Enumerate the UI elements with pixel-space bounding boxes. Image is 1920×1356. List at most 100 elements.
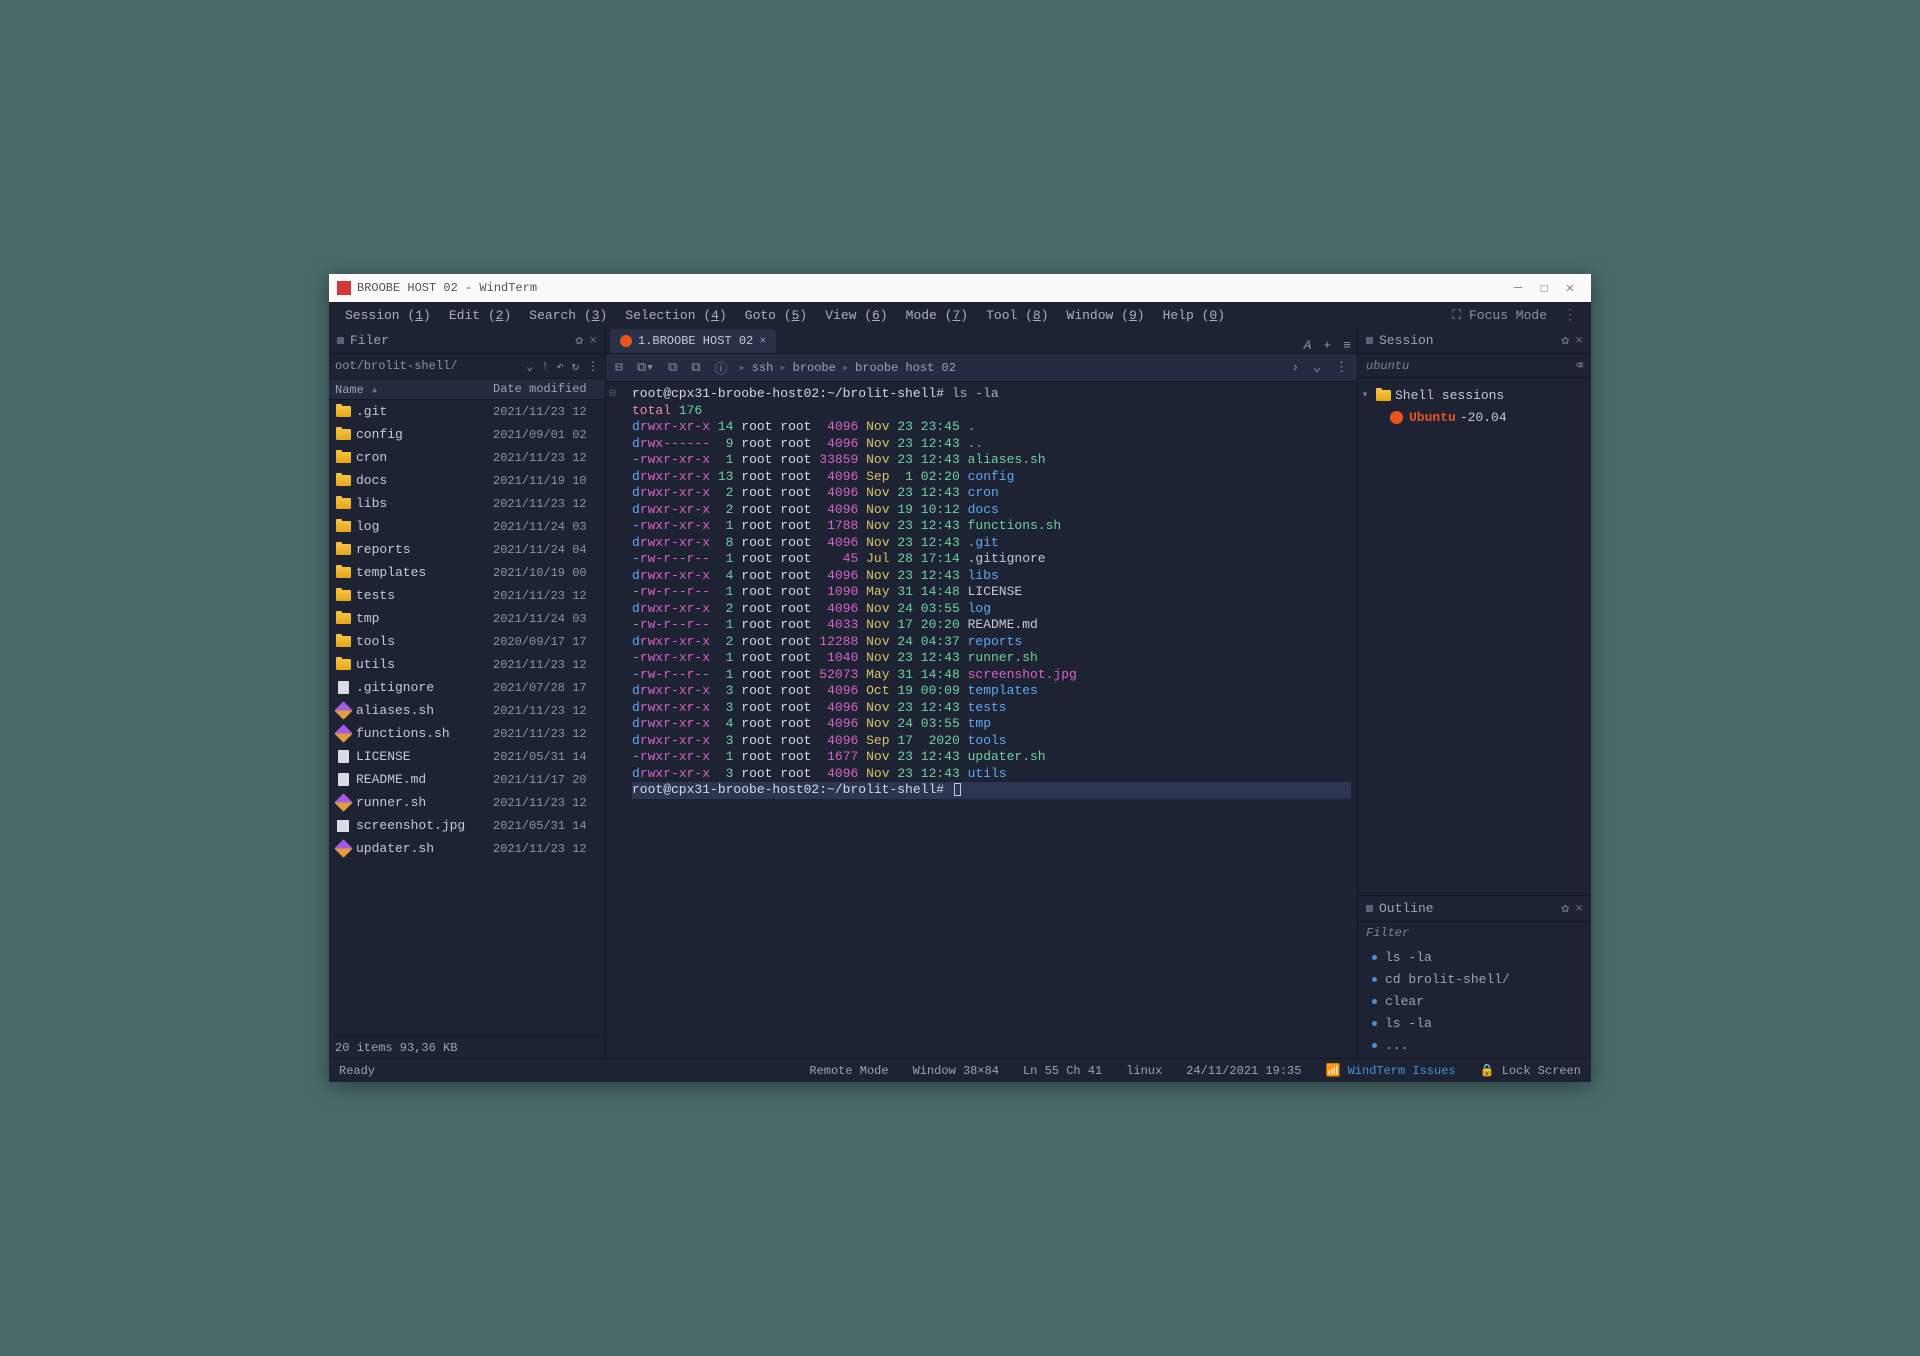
file-row[interactable]: screenshot.jpg2021/05/31 14: [329, 814, 605, 837]
info-icon[interactable]: ⓘ: [712, 358, 731, 377]
file-row[interactable]: utils2021/11/23 12: [329, 653, 605, 676]
outline-item[interactable]: ...: [1358, 1034, 1591, 1056]
menu-help[interactable]: Help (0): [1155, 306, 1233, 325]
menu-overflow-icon[interactable]: ⋮: [1557, 307, 1583, 324]
file-row[interactable]: reports2021/11/24 04: [329, 538, 605, 561]
outline-title: Outline: [1379, 901, 1434, 916]
chevron-right-icon[interactable]: ›: [1288, 360, 1302, 375]
minimize-button[interactable]: —: [1505, 280, 1531, 296]
img-icon: [335, 819, 351, 833]
file-row[interactable]: docs2021/11/19 10: [329, 469, 605, 492]
status-os: linux: [1126, 1064, 1162, 1078]
file-row[interactable]: tmp2021/11/24 03: [329, 607, 605, 630]
panel-close-icon[interactable]: ×: [1575, 901, 1583, 916]
status-issues[interactable]: 📶 WindTerm Issues: [1325, 1063, 1455, 1078]
font-indicator[interactable]: A: [1298, 338, 1318, 353]
folder-icon: [335, 635, 351, 649]
outline-item[interactable]: ls -la: [1358, 946, 1591, 968]
toolbar: ⊟ ⧉▾ ⧉ ⧉ ⓘ ▸ ssh ▸ broobe ▸ broobe host …: [606, 354, 1357, 382]
file-row[interactable]: LICENSE2021/05/31 14: [329, 745, 605, 768]
folder-icon: [335, 405, 351, 419]
menu-mode[interactable]: Mode (7): [898, 306, 976, 325]
chevron-down-icon[interactable]: ⌄: [1310, 360, 1324, 375]
outline-filter[interactable]: Filter: [1358, 922, 1591, 944]
session-filter[interactable]: ubuntu ⌫: [1358, 354, 1591, 378]
file-row[interactable]: tools2020/09/17 17: [329, 630, 605, 653]
outline-item[interactable]: ls -la: [1358, 1012, 1591, 1034]
gear-icon[interactable]: ✿: [575, 333, 583, 348]
focus-mode-button[interactable]: ⛶ Focus Mode: [1444, 306, 1555, 325]
menu-session[interactable]: Session (1): [337, 306, 439, 325]
menu-goto[interactable]: Goto (5): [737, 306, 815, 325]
session-item-ubuntu[interactable]: Ubuntu-20.04: [1362, 406, 1587, 428]
tool-open-icon[interactable]: ⧉: [665, 360, 680, 375]
status-mode: Remote Mode: [809, 1064, 888, 1078]
crumb[interactable]: broobe: [793, 361, 836, 375]
menu-window[interactable]: Window (9): [1059, 306, 1153, 325]
panel-close-icon[interactable]: ×: [589, 333, 597, 348]
tab-label: 1.BROOBE HOST 02: [638, 334, 753, 348]
tab-broobe-host[interactable]: 1.BROOBE HOST 02 ×: [610, 329, 776, 353]
lock-screen-button[interactable]: 🔒 Lock Screen: [1480, 1063, 1581, 1078]
session-title: Session: [1379, 333, 1434, 348]
file-row[interactable]: .git2021/11/23 12: [329, 400, 605, 423]
file-row[interactable]: runner.sh2021/11/23 12: [329, 791, 605, 814]
file-row[interactable]: log2021/11/24 03: [329, 515, 605, 538]
chevron-down-icon: ▾: [1362, 389, 1372, 401]
file-row[interactable]: functions.sh2021/11/23 12: [329, 722, 605, 745]
filer-title: Filer: [350, 333, 389, 348]
menu-search[interactable]: Search (3): [521, 306, 615, 325]
col-name[interactable]: Name ▴: [329, 382, 493, 397]
breadcrumbs[interactable]: ▸ ssh ▸ broobe ▸ broobe host 02: [739, 360, 956, 375]
clear-filter-icon[interactable]: ⌫: [1576, 358, 1583, 373]
tool-copy-icon[interactable]: ⧉▾: [634, 360, 657, 375]
file-row[interactable]: config2021/09/01 02: [329, 423, 605, 446]
menu-edit[interactable]: Edit (2): [441, 306, 519, 325]
session-tree[interactable]: ▾ Shell sessions Ubuntu-20.04: [1358, 378, 1591, 434]
menu-view[interactable]: View (6): [817, 306, 895, 325]
file-row[interactable]: README.md2021/11/17 20: [329, 768, 605, 791]
tree-root[interactable]: ▾ Shell sessions: [1362, 384, 1587, 406]
collapse-icon[interactable]: ⊟: [612, 360, 626, 375]
menu-selection[interactable]: Selection (4): [617, 306, 734, 325]
outline-item[interactable]: clear: [1358, 990, 1591, 1012]
tool-export-icon[interactable]: ⧉: [688, 360, 703, 375]
up-arrow-icon[interactable]: ↑: [541, 359, 548, 373]
maximize-button[interactable]: ☐: [1531, 280, 1557, 297]
outline-item[interactable]: cd brolit-shell/: [1358, 968, 1591, 990]
menu-tool[interactable]: Tool (8): [978, 306, 1056, 325]
close-button[interactable]: ✕: [1557, 280, 1583, 297]
file-row[interactable]: aliases.sh2021/11/23 12: [329, 699, 605, 722]
chevron-down-icon[interactable]: ⌄: [526, 359, 533, 374]
terminal[interactable]: ⊟ root@cpx31-broobe-host02:~/brolit-shel…: [606, 382, 1357, 1058]
col-date[interactable]: Date modified: [493, 382, 605, 396]
file-row[interactable]: cron2021/11/23 12: [329, 446, 605, 469]
folder-icon: [335, 474, 351, 488]
right-panels: Session ✿ × ubuntu ⌫ ▾ Shell sessions: [1357, 328, 1591, 1058]
panel-dot-icon: [337, 337, 344, 344]
back-arrow-icon[interactable]: ↶: [557, 359, 564, 374]
gear-icon[interactable]: ✿: [1561, 333, 1569, 348]
sh-icon: [335, 704, 351, 718]
refresh-icon[interactable]: ↻: [572, 359, 579, 374]
panel-dot-icon: [1366, 337, 1373, 344]
gear-icon[interactable]: ✿: [1561, 901, 1569, 916]
tab-menu-icon[interactable]: ≡: [1337, 338, 1357, 353]
titlebar[interactable]: BROOBE HOST 02 - WindTerm — ☐ ✕: [329, 274, 1591, 302]
file-row[interactable]: updater.sh2021/11/23 12: [329, 837, 605, 860]
toolbar-more-icon[interactable]: ⋮: [1332, 360, 1351, 375]
file-row[interactable]: .gitignore2021/07/28 17: [329, 676, 605, 699]
file-row[interactable]: tests2021/11/23 12: [329, 584, 605, 607]
tab-close-icon[interactable]: ×: [759, 334, 766, 348]
file-row[interactable]: templates2021/10/19 00: [329, 561, 605, 584]
file-icon: [335, 681, 351, 695]
filer-path[interactable]: oot/brolit-shell/: [335, 359, 518, 373]
filer-list[interactable]: .git2021/11/23 12config2021/09/01 02cron…: [329, 400, 605, 1036]
crumb[interactable]: broobe host 02: [855, 361, 956, 375]
more-icon[interactable]: ⋮: [587, 359, 599, 374]
file-row[interactable]: libs2021/11/23 12: [329, 492, 605, 515]
panel-close-icon[interactable]: ×: [1575, 333, 1583, 348]
filer-header: Filer ✿ ×: [329, 328, 605, 354]
add-tab-button[interactable]: +: [1317, 338, 1337, 353]
crumb[interactable]: ssh: [752, 361, 774, 375]
